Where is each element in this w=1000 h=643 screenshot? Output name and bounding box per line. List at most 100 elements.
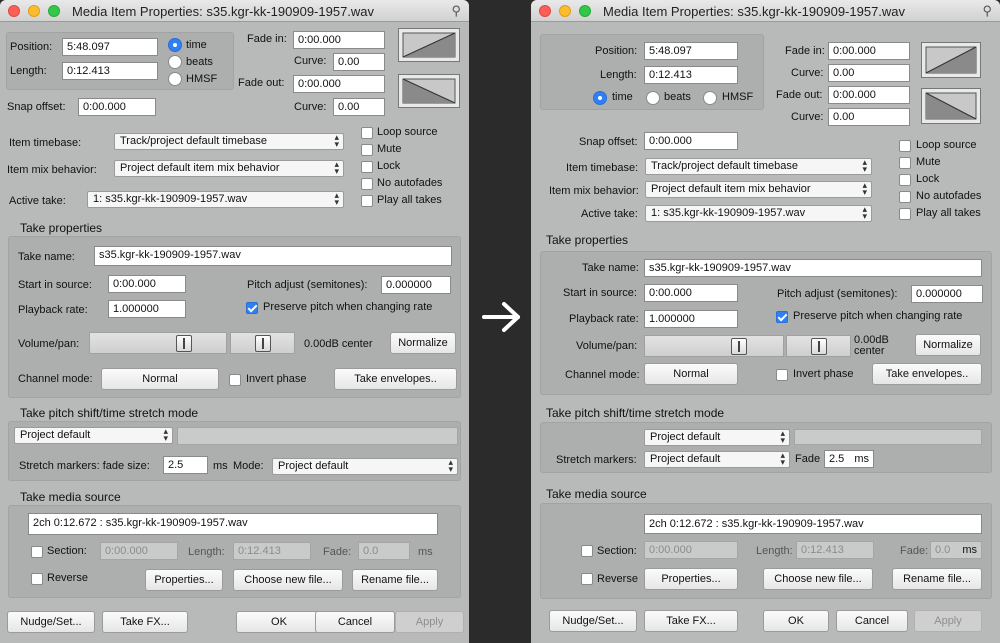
reverse-checkbox[interactable]	[581, 573, 593, 585]
pan-slider[interactable]	[786, 335, 851, 357]
ok-button[interactable]: OK	[236, 611, 322, 633]
take-fx-button[interactable]: Take FX...	[102, 611, 188, 633]
stretch-markers-mode-select[interactable]: Project default ▴ ▾	[644, 451, 790, 468]
start-in-source-field[interactable]: 0:00.000	[108, 275, 186, 293]
playback-rate-field[interactable]: 1.000000	[108, 300, 186, 318]
curve-out-field[interactable]: 0.00	[828, 108, 910, 126]
stretch-fade-size-field[interactable]: 2.5	[163, 456, 208, 474]
curve-out-field[interactable]: 0.00	[333, 98, 385, 116]
cancel-button[interactable]: Cancel	[315, 611, 395, 633]
item-timebase-select[interactable]: Track/project default timebase ▴ ▾	[114, 133, 344, 150]
apply-button[interactable]: Apply	[914, 610, 982, 632]
active-take-select[interactable]: 1: s35.kgr-kk-190909-1957.wav ▴ ▾	[87, 191, 344, 208]
pitch-adjust-field[interactable]: 0.000000	[381, 276, 451, 294]
stretch-mode-select[interactable]: Project default ▴ ▾	[272, 458, 458, 475]
fade-out-shape[interactable]	[921, 88, 981, 124]
mute-checkbox[interactable]	[361, 144, 373, 156]
radio-time[interactable]	[593, 91, 607, 105]
take-envelopes-button[interactable]: Take envelopes..	[334, 368, 457, 390]
curve-in-field[interactable]: 0.00	[828, 64, 910, 82]
pan-slider-knob[interactable]	[811, 338, 827, 355]
position-field[interactable]: 5:48.097	[62, 38, 158, 56]
length-field[interactable]: 0:12.413	[644, 66, 738, 84]
channel-mode-button[interactable]: Normal	[644, 363, 738, 385]
play-all-takes-checkbox[interactable]	[899, 208, 911, 220]
stretch-fade-size-field[interactable]: 2.5 ms	[824, 450, 874, 468]
item-mix-select[interactable]: Project default item mix behavior ▴ ▾	[114, 160, 344, 177]
normalize-button[interactable]: Normalize	[390, 332, 456, 354]
fade-in-shape[interactable]	[921, 42, 981, 78]
radio-beats[interactable]	[646, 91, 660, 105]
pan-slider-knob[interactable]	[255, 335, 271, 352]
item-mix-select[interactable]: Project default item mix behavior ▴ ▾	[645, 181, 872, 198]
radio-hmsf[interactable]	[168, 72, 182, 86]
pin-icon[interactable]: ⚲	[982, 3, 992, 19]
radio-time[interactable]	[168, 38, 182, 52]
pitch-adjust-field[interactable]: 0.000000	[911, 285, 983, 303]
loop-source-checkbox[interactable]	[899, 140, 911, 152]
mute-checkbox[interactable]	[899, 157, 911, 169]
item-timebase-select[interactable]: Track/project default timebase ▴ ▾	[645, 158, 872, 175]
radio-beats[interactable]	[168, 55, 182, 69]
source-file-field[interactable]: 2ch 0:12.672 : s35.kgr-kk-190909-1957.wa…	[644, 514, 982, 534]
pitch-shift-mode-select[interactable]: Project default ▴ ▾	[14, 427, 173, 444]
volume-slider[interactable]	[644, 335, 784, 357]
lock-checkbox[interactable]	[899, 174, 911, 186]
section-checkbox[interactable]	[31, 546, 43, 558]
fade-in-field[interactable]: 0:00.000	[828, 42, 910, 60]
volume-slider-knob[interactable]	[176, 335, 192, 352]
fade-out-shape[interactable]	[398, 74, 460, 108]
fade-in-shape[interactable]	[398, 28, 460, 62]
choose-new-file-button[interactable]: Choose new file...	[233, 569, 343, 591]
cancel-button[interactable]: Cancel	[836, 610, 908, 632]
reverse-checkbox[interactable]	[31, 573, 43, 585]
volume-slider[interactable]	[89, 332, 227, 354]
no-autofades-checkbox[interactable]	[899, 191, 911, 203]
apply-button[interactable]: Apply	[395, 611, 464, 633]
channel-mode-button[interactable]: Normal	[101, 368, 219, 390]
source-file-field[interactable]: 2ch 0:12.672 : s35.kgr-kk-190909-1957.wa…	[28, 513, 438, 535]
normalize-button[interactable]: Normalize	[915, 334, 981, 356]
fade-out-field[interactable]: 0:00.000	[828, 86, 910, 104]
take-name-field[interactable]: s35.kgr-kk-190909-1957.wav	[94, 246, 452, 266]
snap-offset-field[interactable]: 0:00.000	[644, 132, 738, 150]
lock-checkbox[interactable]	[361, 161, 373, 173]
close-window-button[interactable]	[539, 5, 551, 17]
fade-out-field[interactable]: 0:00.000	[293, 75, 385, 93]
rename-file-button[interactable]: Rename file...	[352, 569, 438, 591]
nudge-set-button[interactable]: Nudge/Set...	[549, 610, 637, 632]
take-name-field[interactable]: s35.kgr-kk-190909-1957.wav	[644, 259, 982, 277]
ok-button[interactable]: OK	[763, 610, 829, 632]
playback-rate-field[interactable]: 1.000000	[644, 310, 738, 328]
choose-new-file-button[interactable]: Choose new file...	[763, 568, 873, 590]
zoom-window-button[interactable]	[48, 5, 60, 17]
minimize-window-button[interactable]	[28, 5, 40, 17]
minimize-window-button[interactable]	[559, 5, 571, 17]
snap-offset-field[interactable]: 0:00.000	[78, 98, 156, 116]
length-field[interactable]: 0:12.413	[62, 62, 158, 80]
preserve-pitch-checkbox[interactable]	[246, 302, 258, 314]
take-fx-button[interactable]: Take FX...	[644, 610, 738, 632]
properties-button[interactable]: Properties...	[644, 568, 738, 590]
properties-button[interactable]: Properties...	[145, 569, 223, 591]
zoom-window-button[interactable]	[579, 5, 591, 17]
preserve-pitch-checkbox[interactable]	[776, 311, 788, 323]
pan-slider[interactable]	[230, 332, 295, 354]
volume-slider-knob[interactable]	[731, 338, 747, 355]
play-all-takes-checkbox[interactable]	[361, 195, 373, 207]
active-take-select[interactable]: 1: s35.kgr-kk-190909-1957.wav ▴ ▾	[645, 205, 872, 222]
loop-source-checkbox[interactable]	[361, 127, 373, 139]
invert-phase-checkbox[interactable]	[776, 369, 788, 381]
section-checkbox[interactable]	[581, 545, 593, 557]
rename-file-button[interactable]: Rename file...	[892, 568, 982, 590]
no-autofades-checkbox[interactable]	[361, 178, 373, 190]
take-envelopes-button[interactable]: Take envelopes..	[872, 363, 982, 385]
fade-in-field[interactable]: 0:00.000	[293, 31, 385, 49]
radio-hmsf[interactable]	[703, 91, 717, 105]
curve-in-field[interactable]: 0.00	[333, 53, 385, 71]
position-field[interactable]: 5:48.097	[644, 42, 738, 60]
close-window-button[interactable]	[8, 5, 20, 17]
pin-icon[interactable]: ⚲	[451, 3, 461, 19]
nudge-set-button[interactable]: Nudge/Set...	[7, 611, 95, 633]
invert-phase-checkbox[interactable]	[229, 374, 241, 386]
